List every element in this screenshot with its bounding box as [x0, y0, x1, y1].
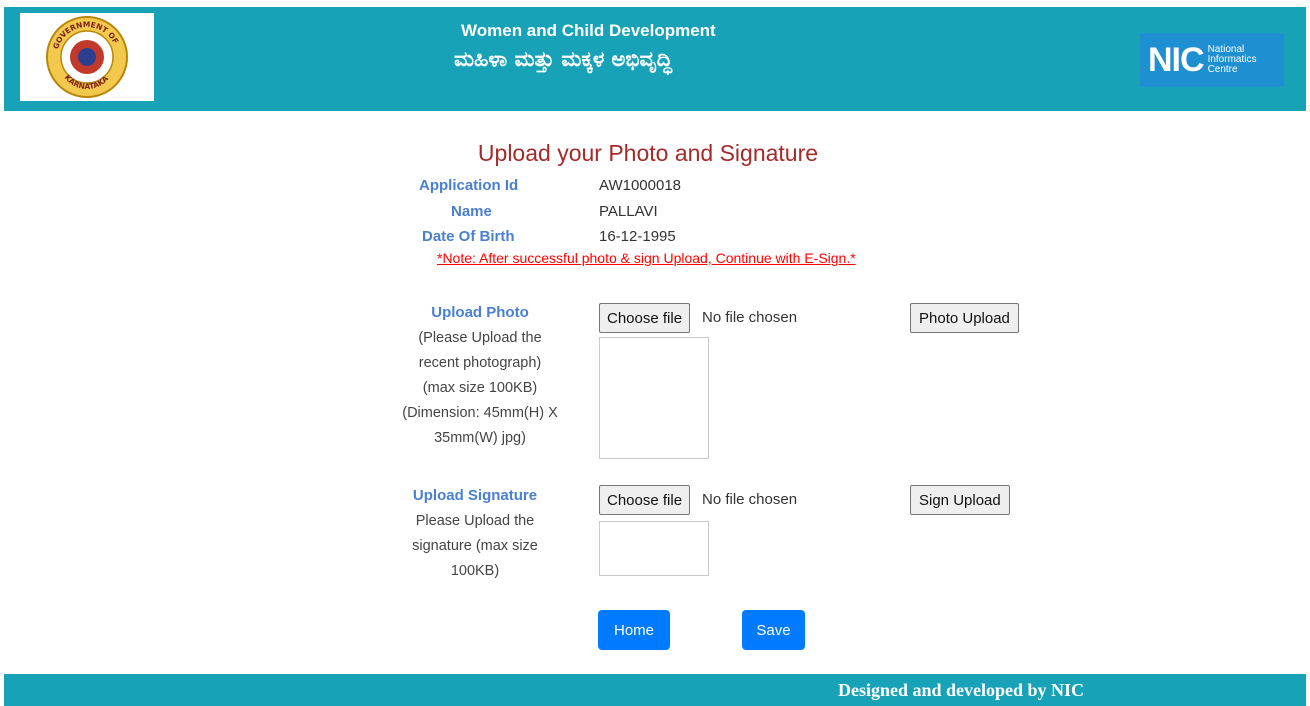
photo-file-status: No file chosen: [702, 309, 798, 326]
nic-logo-text: National Informatics Centre: [1207, 44, 1257, 75]
signature-choose-file-button[interactable]: Choose file: [599, 485, 691, 515]
name-label: Name: [451, 203, 492, 220]
application-id-value: AW1000018: [599, 177, 682, 194]
karnataka-emblem-logo: GOVERNMENT OF KARNATAKA: [20, 13, 154, 101]
photo-choose-file-button[interactable]: Choose file: [599, 303, 691, 333]
sign-upload-button[interactable]: Sign Upload: [910, 485, 1010, 515]
home-button[interactable]: Home: [598, 610, 670, 650]
page-title: Upload your Photo and Signature: [477, 140, 819, 166]
photo-upload-button[interactable]: Photo Upload: [910, 303, 1019, 333]
dob-value: 16-12-1995: [599, 228, 676, 245]
signature-preview: [599, 521, 709, 576]
save-button[interactable]: Save: [742, 610, 805, 650]
esign-note: *Note: After successful photo & sign Upl…: [437, 250, 856, 266]
application-id-label: Application Id: [419, 177, 519, 194]
signature-file-status: No file chosen: [702, 491, 798, 508]
dob-label: Date Of Birth: [422, 228, 515, 245]
nic-logo-letters: NIC: [1148, 41, 1205, 79]
footer-credit: Designed and developed by NIC: [838, 680, 1085, 700]
nic-logo: NIC National Informatics Centre: [1140, 33, 1284, 87]
header-title-kannada: ಮಹಿಳಾ ಮತ್ತು ಮಕ್ಕಳ ಅಭಿವೃದ್ಧಿ: [454, 47, 673, 71]
upload-photo-help: (Please Upload the recent photograph) (m…: [402, 330, 558, 446]
photo-preview: [599, 337, 709, 459]
emblem-icon: GOVERNMENT OF KARNATAKA: [46, 16, 128, 98]
name-value: PALLAVI: [599, 203, 658, 220]
upload-photo-label: Upload Photo: [431, 304, 529, 321]
footer-bar: Designed and developed by NIC: [4, 674, 1306, 706]
header-title-english: Women and Child Development: [461, 21, 716, 40]
header-bar: GOVERNMENT OF KARNATAKA Women and Child …: [4, 7, 1306, 111]
upload-signature-help: Please Upload the signature (max size 10…: [412, 513, 538, 579]
upload-signature-label: Upload Signature: [412, 487, 538, 504]
